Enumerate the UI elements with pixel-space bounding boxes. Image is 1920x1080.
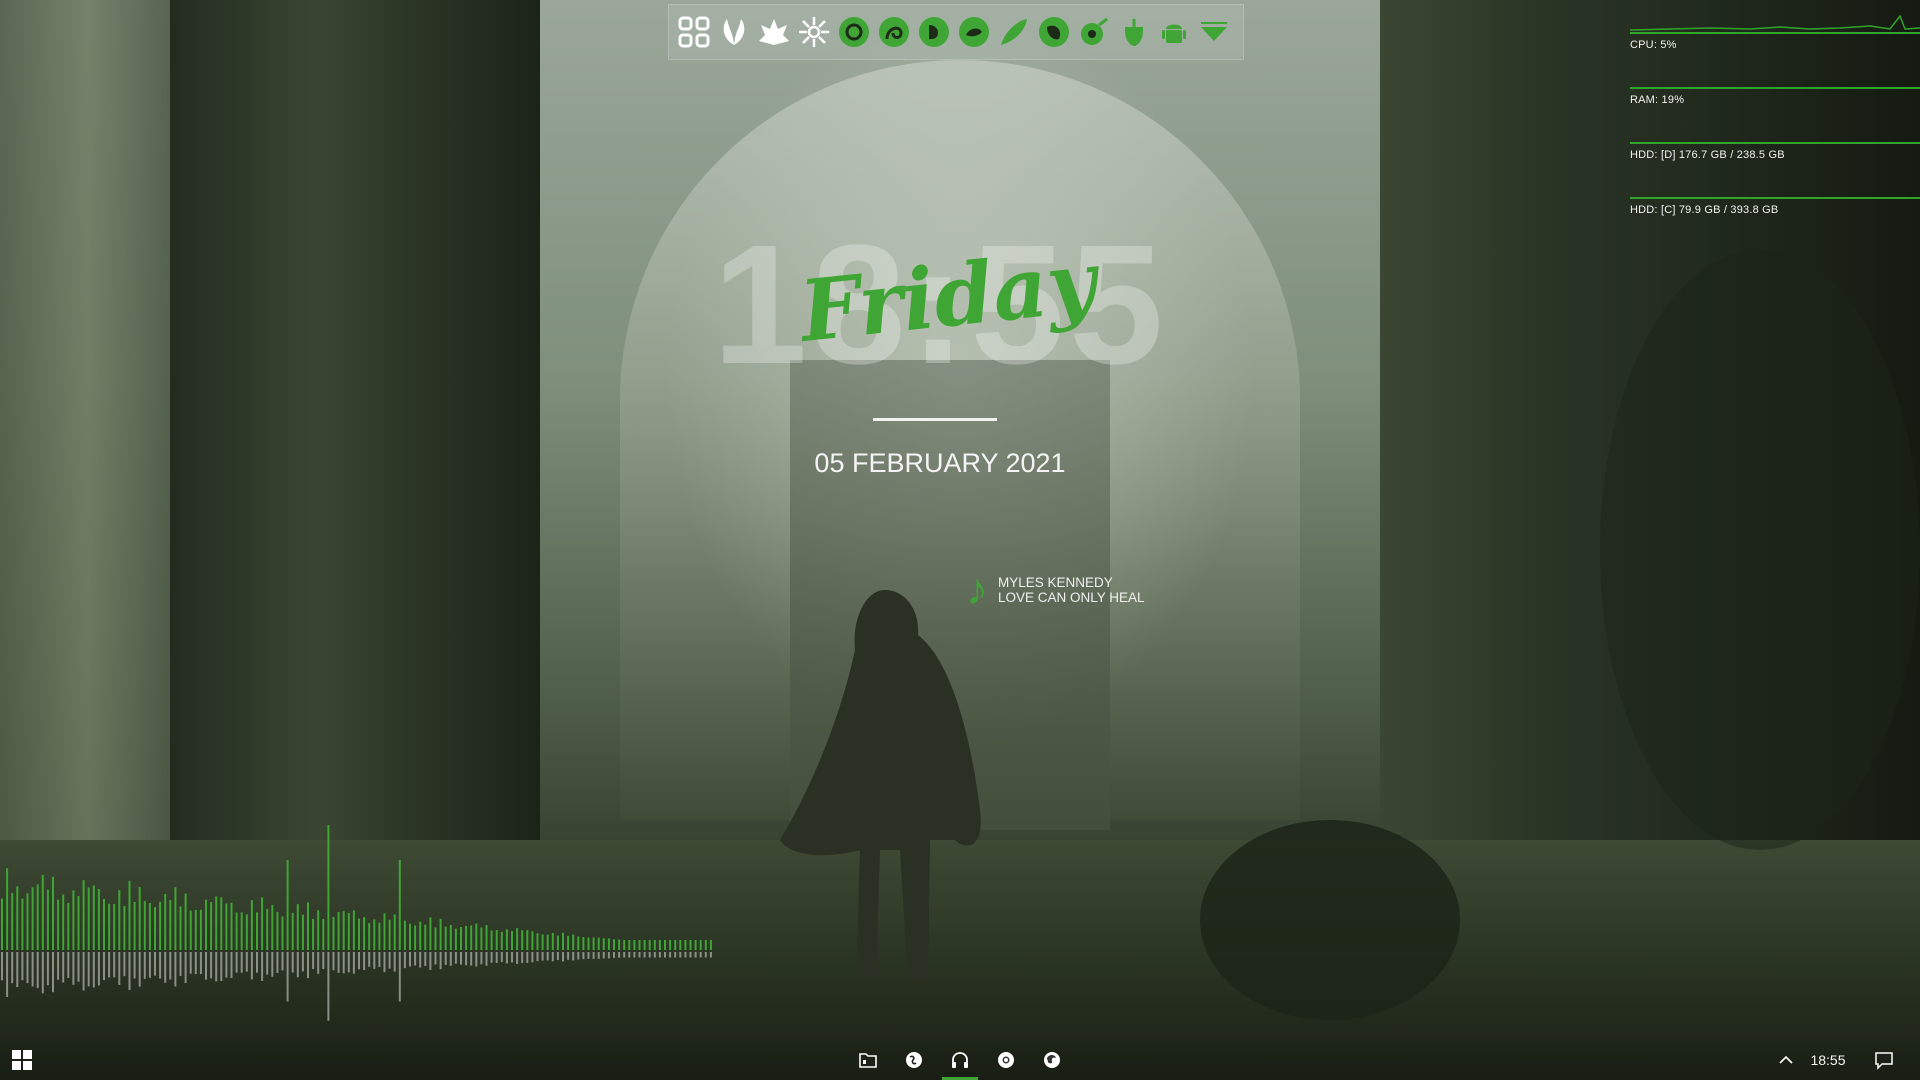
tray-overflow-chevron-icon[interactable] bbox=[1774, 1040, 1798, 1080]
wallpaper-cloaked-figure bbox=[780, 590, 981, 980]
top-dock bbox=[668, 4, 1244, 60]
system-monitor-widget: CPU: 5% RAM: 19% HDD: [D] 176.7 GB / 238… bbox=[1630, 10, 1920, 230]
windows-logo-icon bbox=[12, 1050, 32, 1070]
clock-date: 05 FEBRUARY 2021 bbox=[814, 448, 1066, 478]
fern-icon[interactable] bbox=[997, 15, 1031, 49]
wallpaper-foliage bbox=[1600, 250, 1920, 850]
music-headphones-icon[interactable] bbox=[938, 1040, 982, 1080]
hdd-c-stat: HDD: [C] 79.9 GB / 393.8 GB bbox=[1630, 175, 1920, 230]
now-playing-title: LOVE CAN ONLY HEAL bbox=[998, 590, 1145, 605]
hdd-d-label: HDD: [D] 176.7 GB / 238.5 GB bbox=[1630, 149, 1785, 161]
clock-divider bbox=[873, 418, 997, 421]
acorn-icon[interactable] bbox=[1117, 15, 1151, 49]
cpu-graph bbox=[1630, 10, 1920, 34]
music-note-icon: ♪ bbox=[966, 565, 988, 614]
leaf-icon[interactable] bbox=[717, 15, 751, 49]
taskbar-clock[interactable]: 18:55 bbox=[1808, 1040, 1848, 1080]
now-playing-artist: MYLES KENNEDY bbox=[998, 575, 1113, 590]
browser-globe-icon[interactable] bbox=[892, 1040, 936, 1080]
hdd-c-graph bbox=[1630, 175, 1920, 199]
hdd-c-label: HDD: [C] 79.9 GB / 393.8 GB bbox=[1630, 204, 1779, 216]
ram-label: RAM: 19% bbox=[1630, 94, 1685, 106]
action-center-icon[interactable] bbox=[1866, 1040, 1902, 1080]
ram-stat: RAM: 19% bbox=[1630, 65, 1920, 120]
start-button[interactable] bbox=[0, 1040, 44, 1080]
file-explorer-icon[interactable] bbox=[846, 1040, 890, 1080]
taskbar: 18:55 bbox=[0, 1040, 1920, 1080]
sprout-icon[interactable] bbox=[957, 15, 991, 49]
android-icon[interactable] bbox=[1157, 15, 1191, 49]
wallpaper-bush bbox=[1200, 820, 1460, 1020]
circle-leaf-icon[interactable] bbox=[837, 15, 871, 49]
seed-icon[interactable] bbox=[1077, 15, 1111, 49]
wallpaper-pillar-left bbox=[170, 0, 540, 900]
audio-visualizer bbox=[1, 825, 712, 1021]
wallpaper-pillar-left-outer bbox=[0, 0, 175, 900]
firefox-icon[interactable] bbox=[1030, 1040, 1074, 1080]
now-playing-widget[interactable]: ♪ MYLES KENNEDY LOVE CAN ONLY HEAL bbox=[966, 568, 1145, 612]
leaf-drop-icon[interactable] bbox=[917, 15, 951, 49]
grid-launcher-icon[interactable] bbox=[677, 15, 711, 49]
cpu-stat: CPU: 5% bbox=[1630, 10, 1920, 65]
leaf-cup-icon[interactable] bbox=[1037, 15, 1071, 49]
hdd-d-stat: HDD: [D] 176.7 GB / 238.5 GB bbox=[1630, 120, 1920, 175]
flower-icon[interactable] bbox=[797, 15, 831, 49]
cpu-label: CPU: 5% bbox=[1630, 39, 1677, 51]
down-arrow-icon[interactable] bbox=[1197, 15, 1231, 49]
chrome-icon[interactable] bbox=[984, 1040, 1028, 1080]
hdd-d-graph bbox=[1630, 120, 1920, 144]
swirl-leaf-icon[interactable] bbox=[877, 15, 911, 49]
lotus-icon[interactable] bbox=[757, 15, 791, 49]
ram-graph bbox=[1630, 65, 1920, 89]
